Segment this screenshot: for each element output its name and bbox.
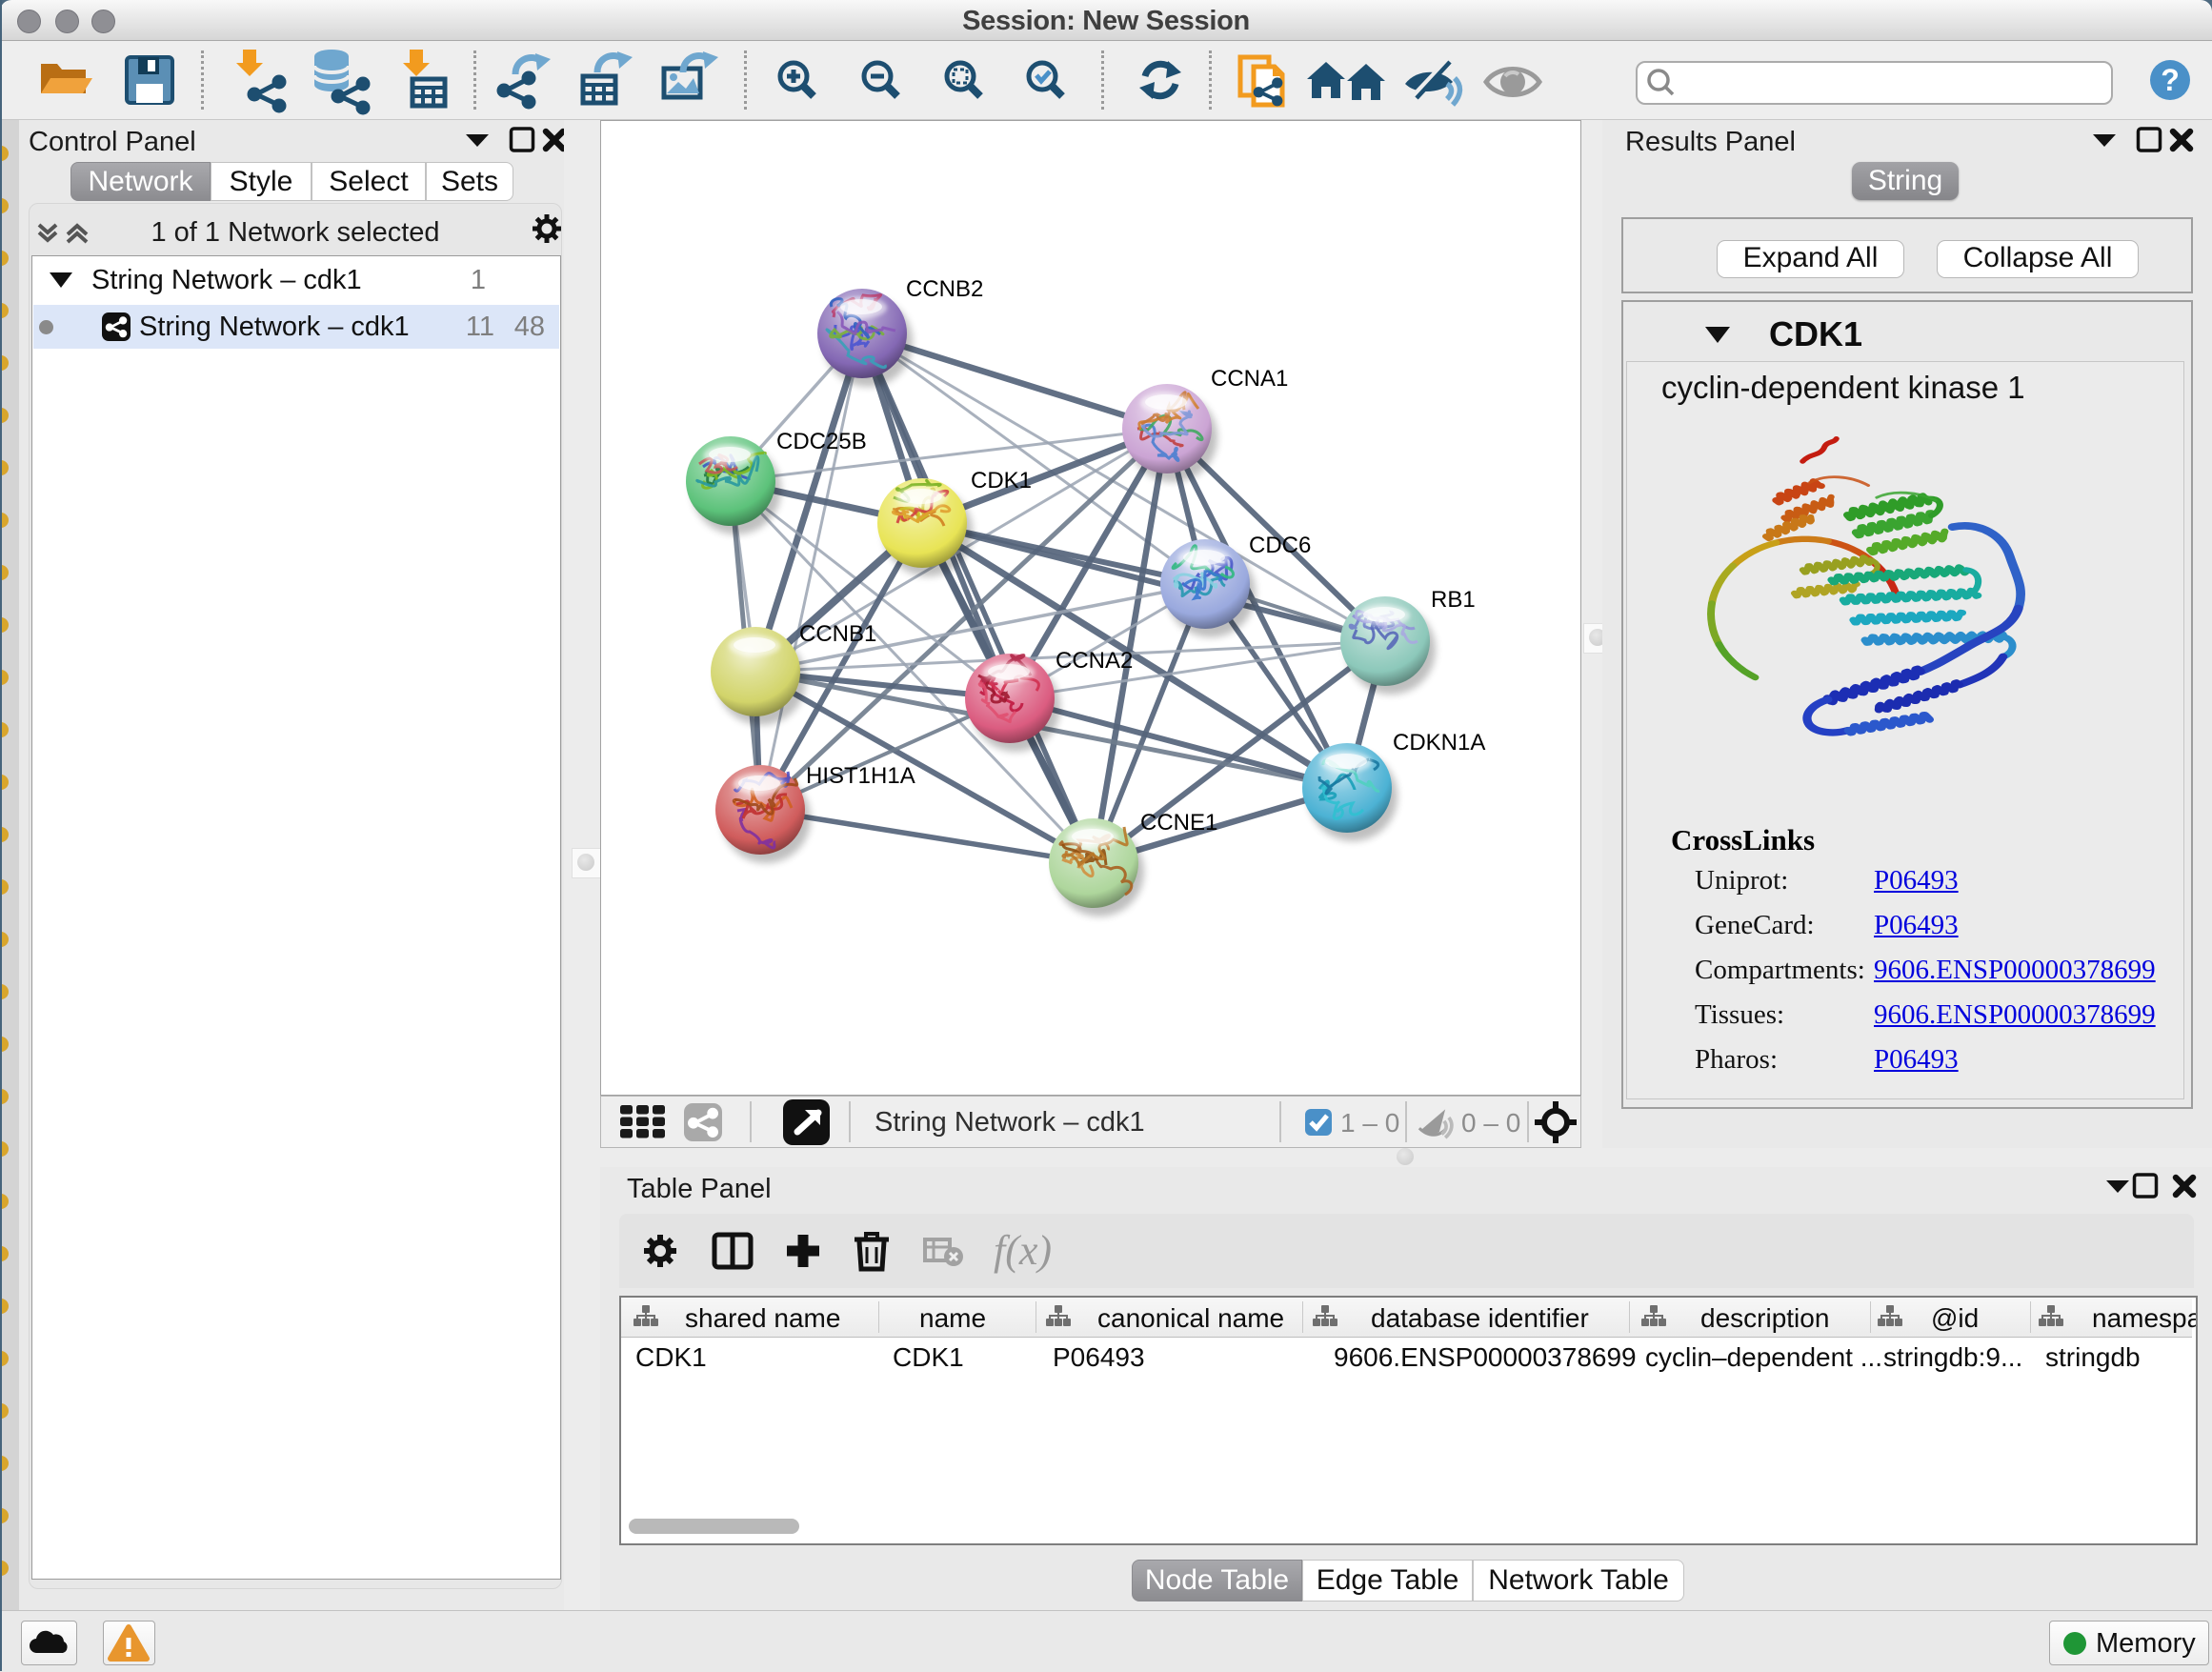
- svg-text:CCNB2: CCNB2: [906, 276, 983, 302]
- svg-text:1 – 0: 1 – 0: [1340, 1108, 1399, 1138]
- svg-text:CDC25B: CDC25B: [776, 429, 867, 454]
- svg-text:String Network – cdk1: String Network – cdk1: [875, 1107, 1145, 1138]
- svg-text:CCNB1: CCNB1: [799, 621, 876, 647]
- svg-text:CDK1: CDK1: [971, 468, 1032, 494]
- svg-text:CDC6: CDC6: [1249, 533, 1311, 558]
- svg-text:RB1: RB1: [1431, 587, 1476, 613]
- svg-text:CCNA1: CCNA1: [1211, 366, 1288, 392]
- svg-text:CCNE1: CCNE1: [1140, 810, 1217, 836]
- svg-text:CDKN1A: CDKN1A: [1393, 730, 1485, 755]
- svg-text:f(x): f(x): [994, 1227, 1052, 1274]
- svg-text:CCNA2: CCNA2: [1056, 648, 1133, 674]
- svg-text:0 – 0: 0 – 0: [1461, 1108, 1520, 1138]
- svg-text:HIST1H1A: HIST1H1A: [806, 763, 915, 789]
- svg-text:?: ?: [2161, 63, 2180, 97]
